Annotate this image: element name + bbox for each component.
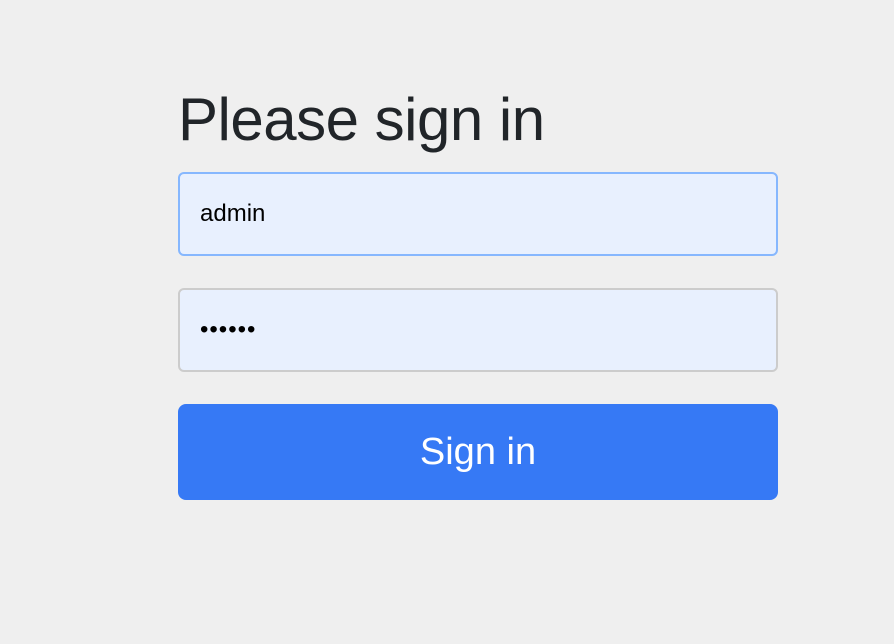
page-title: Please sign in bbox=[178, 86, 545, 153]
signin-button[interactable]: Sign in bbox=[178, 404, 778, 500]
username-field[interactable] bbox=[178, 172, 778, 256]
signin-form: Please sign in Sign in bbox=[178, 84, 778, 500]
password-field[interactable] bbox=[178, 288, 778, 372]
